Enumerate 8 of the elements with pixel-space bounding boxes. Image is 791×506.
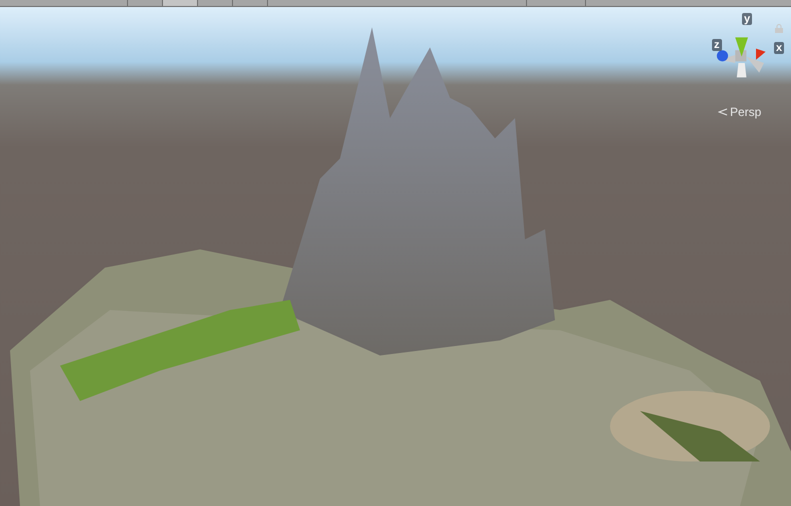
chevron-left-icon[interactable] [718, 108, 728, 116]
scene-viewport[interactable]: y z x Persp [0, 7, 791, 506]
axis-cone-icon[interactable] [716, 50, 728, 62]
axis-label: z [712, 39, 722, 51]
projection-label[interactable]: Persp [730, 105, 762, 119]
axis-cone-icon[interactable] [756, 48, 766, 60]
axis-label: x [774, 42, 784, 54]
axis-label: y [742, 13, 752, 25]
